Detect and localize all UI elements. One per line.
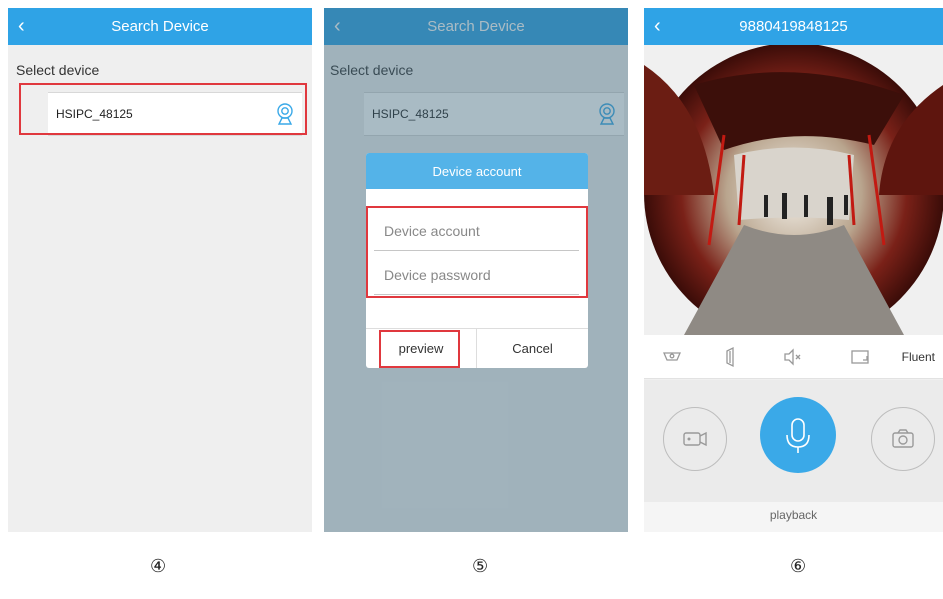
fisheye-image — [644, 45, 943, 335]
page-title: 9880419848125 — [739, 18, 848, 35]
search-device-screen: ‹ Search Device Select device HSIPC_4812… — [8, 8, 312, 532]
snapshot-button[interactable] — [871, 407, 935, 471]
live-view-screen: ‹ 9880419848125 Fluent playback — [644, 8, 943, 532]
microphone-icon — [786, 418, 810, 453]
snapshot-icon — [891, 428, 914, 448]
fullscreen-icon[interactable] — [848, 345, 872, 369]
record-icon — [682, 431, 707, 446]
section-label: Select device — [16, 62, 100, 78]
step-marker-6: ⑥ — [790, 556, 807, 577]
control-area — [644, 380, 943, 502]
playback-button[interactable]: playback — [644, 502, 943, 532]
cancel-button[interactable]: Cancel — [477, 329, 588, 368]
password-field[interactable]: Device password — [374, 255, 579, 295]
device-name: HSIPC_48125 — [56, 107, 133, 121]
step-marker-5: ⑤ — [472, 556, 489, 577]
camera-icon — [277, 103, 293, 125]
quality-selector[interactable]: Fluent — [902, 350, 935, 364]
record-button[interactable] — [663, 407, 727, 471]
step-marker-4: ④ — [150, 556, 167, 577]
page-title: Search Device — [111, 18, 209, 35]
talk-button[interactable] — [760, 397, 836, 473]
account-field[interactable]: Device account — [374, 211, 579, 251]
dialog-button-row: preview Cancel — [366, 328, 588, 368]
title-bar: ‹ Search Device — [8, 8, 312, 45]
preview-button[interactable]: preview — [366, 329, 477, 368]
device-account-dialog: Device account Device account Device pas… — [366, 153, 588, 368]
mute-icon[interactable] — [781, 345, 805, 369]
fisheye-video-view[interactable] — [644, 45, 943, 335]
title-bar: ‹ 9880419848125 — [644, 8, 943, 45]
device-login-screen: ‹ Search Device Select device HSIPC_4812… — [324, 8, 628, 532]
player-toolbar: Fluent — [644, 335, 943, 379]
fisheye-icon[interactable] — [660, 345, 684, 369]
speaker-icon[interactable] — [719, 345, 743, 369]
device-list-item[interactable]: HSIPC_48125 — [48, 92, 302, 136]
dialog-title: Device account — [366, 153, 588, 189]
